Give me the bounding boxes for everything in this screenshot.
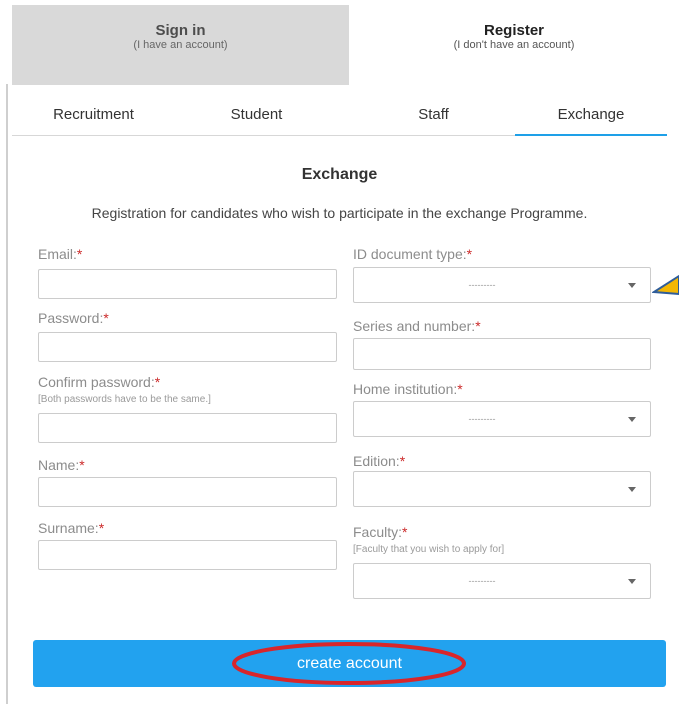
series-number-label: Series and number:* — [353, 318, 481, 334]
sign-in-tab[interactable]: Sign in (I have an account) — [12, 5, 349, 85]
edition-select[interactable] — [353, 471, 651, 507]
sign-in-subtitle: (I have an account) — [133, 39, 228, 51]
required-mark: * — [466, 246, 473, 262]
required-mark: * — [399, 453, 406, 469]
edition-label: Edition:* — [353, 453, 406, 469]
name-label: Name:* — [38, 457, 85, 473]
section-title: Exchange — [301, 166, 378, 183]
surname-label: Surname:* — [38, 520, 105, 536]
chevron-down-icon — [628, 283, 636, 288]
required-mark: * — [98, 520, 105, 536]
register-title: Register — [483, 22, 545, 39]
required-mark: * — [402, 524, 408, 540]
id-document-type-value: --------- — [468, 280, 496, 290]
register-tab[interactable]: Register (I don't have an account) — [349, 5, 679, 85]
chevron-down-icon — [628, 487, 636, 492]
id-document-type-label: ID document type:* — [353, 246, 473, 262]
faculty-value: --------- — [468, 576, 496, 586]
register-subtitle: (I don't have an account) — [453, 39, 575, 51]
required-mark: * — [475, 318, 481, 334]
confirm-password-hint: [Both passwords have to be the same.] — [38, 394, 211, 405]
annotation-arrow-icon — [652, 274, 679, 296]
id-document-type-select[interactable]: --------- — [353, 267, 651, 303]
email-field[interactable] — [38, 269, 337, 299]
home-institution-label: Home institution:* — [353, 381, 463, 397]
password-label: Password:* — [38, 310, 109, 326]
chevron-down-icon — [628, 417, 636, 422]
sign-in-title: Sign in — [155, 22, 206, 39]
faculty-hint: [Faculty that you wish to apply for] — [353, 544, 505, 555]
required-mark: * — [154, 374, 161, 390]
required-mark: * — [79, 457, 85, 473]
required-mark: * — [76, 246, 83, 262]
confirm-password-label: Confirm password:* — [38, 374, 161, 390]
tab-student[interactable]: Student — [175, 95, 338, 135]
required-mark: * — [103, 310, 109, 326]
section-description: Registration for candidates who wish to … — [91, 205, 588, 221]
tab-exchange[interactable]: Exchange — [515, 95, 667, 136]
name-field[interactable] — [38, 477, 337, 507]
required-mark: * — [457, 381, 463, 397]
surname-field[interactable] — [38, 540, 337, 570]
faculty-label: Faculty:* — [353, 524, 408, 540]
faculty-select[interactable]: --------- — [353, 563, 651, 599]
edition-value — [354, 472, 610, 506]
left-border — [6, 84, 8, 704]
series-number-field[interactable] — [353, 338, 651, 370]
confirm-password-field[interactable] — [38, 413, 337, 443]
email-label: Email:* — [38, 246, 83, 262]
home-institution-select[interactable]: --------- — [353, 401, 651, 437]
password-field[interactable] — [38, 332, 337, 362]
registration-type-tabs: Recruitment Student Staff Exchange — [12, 95, 667, 136]
home-institution-value: --------- — [468, 414, 496, 424]
tab-staff[interactable]: Staff — [352, 95, 515, 135]
chevron-down-icon — [628, 579, 636, 584]
tab-recruitment[interactable]: Recruitment — [12, 95, 175, 135]
create-account-button[interactable]: create account — [33, 640, 666, 687]
